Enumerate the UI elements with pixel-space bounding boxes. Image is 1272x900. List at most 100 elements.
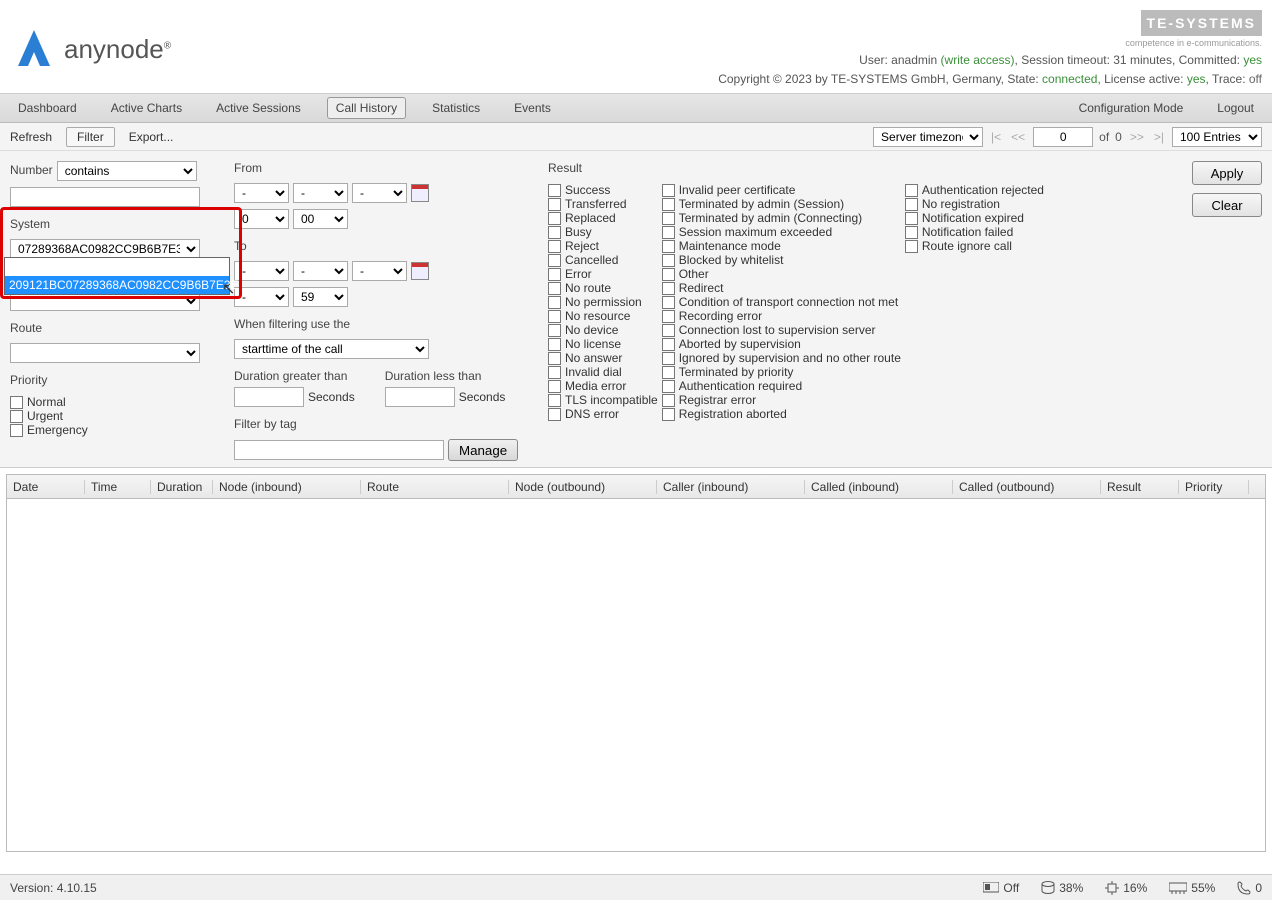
pager-last-icon[interactable]: >| — [1152, 130, 1166, 144]
checkbox[interactable] — [662, 184, 675, 197]
pager-prev-icon[interactable]: << — [1009, 130, 1027, 144]
th-date[interactable]: Date — [7, 480, 85, 494]
number-op-select[interactable]: contains — [57, 161, 197, 181]
th-node-inbound-[interactable]: Node (inbound) — [213, 480, 361, 494]
system-select[interactable]: 07289368AC0982CC9B6B7E3E — [10, 239, 200, 259]
checkbox[interactable] — [662, 394, 675, 407]
checkbox[interactable] — [548, 324, 561, 337]
checkbox[interactable] — [662, 212, 675, 225]
checkbox[interactable] — [662, 226, 675, 239]
th-caller-inbound-[interactable]: Caller (inbound) — [657, 480, 805, 494]
disk-usage: 38% — [1041, 881, 1083, 895]
system-dropdown-option[interactable]: 209121BC07289368AC0982CC9B6B7E3E — [5, 276, 229, 294]
th-called-outbound-[interactable]: Called (outbound) — [953, 480, 1101, 494]
checkbox[interactable] — [10, 396, 23, 409]
checkbox[interactable] — [548, 366, 561, 379]
checkbox[interactable] — [662, 198, 675, 211]
nav-item-dashboard[interactable]: Dashboard — [10, 97, 85, 119]
from-day[interactable]: - — [352, 183, 407, 203]
nav-item-call-history[interactable]: Call History — [327, 97, 406, 119]
th-result[interactable]: Result — [1101, 480, 1179, 494]
apply-button[interactable]: Apply — [1192, 161, 1262, 185]
checkbox[interactable] — [548, 296, 561, 309]
route-select[interactable] — [10, 343, 200, 363]
system-label: System — [10, 217, 220, 231]
nav-item-events[interactable]: Events — [506, 97, 559, 119]
checkbox[interactable] — [548, 352, 561, 365]
entries-select[interactable]: 100 Entries — [1172, 127, 1262, 147]
th-time[interactable]: Time — [85, 480, 151, 494]
checkbox[interactable] — [548, 338, 561, 351]
checkbox[interactable] — [548, 212, 561, 225]
status-off: Off — [983, 881, 1019, 895]
to-month[interactable]: - — [293, 261, 348, 281]
checkbox[interactable] — [548, 380, 561, 393]
nav-logout[interactable]: Logout — [1209, 97, 1262, 119]
checkbox[interactable] — [548, 394, 561, 407]
dur-gt-input[interactable] — [234, 387, 304, 407]
pager-next-icon[interactable]: >> — [1128, 130, 1146, 144]
checkbox[interactable] — [662, 268, 675, 281]
th-node-outbound-[interactable]: Node (outbound) — [509, 480, 657, 494]
nav-item-active-charts[interactable]: Active Charts — [103, 97, 190, 119]
checkbox[interactable] — [662, 282, 675, 295]
th-route[interactable]: Route — [361, 480, 509, 494]
checkbox[interactable] — [10, 410, 23, 423]
checkbox[interactable] — [662, 338, 675, 351]
checkbox[interactable] — [662, 380, 675, 393]
checkbox[interactable] — [548, 226, 561, 239]
checkbox[interactable] — [548, 254, 561, 267]
checkbox[interactable] — [905, 198, 918, 211]
checkbox[interactable] — [905, 184, 918, 197]
calendar-icon[interactable] — [411, 184, 429, 202]
checkbox[interactable] — [548, 408, 561, 421]
to-min[interactable]: 59 — [293, 287, 348, 307]
from-month[interactable]: - — [293, 183, 348, 203]
pager-page-input[interactable] — [1033, 127, 1093, 147]
checkbox[interactable] — [548, 198, 561, 211]
checkbox[interactable] — [662, 366, 675, 379]
clear-button[interactable]: Clear — [1192, 193, 1262, 217]
checkbox[interactable] — [662, 310, 675, 323]
tag-input[interactable] — [234, 440, 444, 460]
checkbox[interactable] — [662, 408, 675, 421]
pager-first-icon[interactable]: |< — [989, 130, 1003, 144]
dur-lt-input[interactable] — [385, 387, 455, 407]
when-select[interactable]: starttime of the call — [234, 339, 429, 359]
number-input[interactable] — [10, 187, 200, 207]
from-hour[interactable]: 0 — [234, 209, 289, 229]
checkbox[interactable] — [10, 424, 23, 437]
th-priority[interactable]: Priority — [1179, 480, 1249, 494]
checkbox[interactable] — [548, 268, 561, 281]
to-hour[interactable]: - — [234, 287, 289, 307]
th-duration[interactable]: Duration — [151, 480, 213, 494]
calendar-icon[interactable] — [411, 262, 429, 280]
checkbox[interactable] — [662, 254, 675, 267]
checkbox[interactable] — [662, 324, 675, 337]
nav-item-statistics[interactable]: Statistics — [424, 97, 488, 119]
filter-button[interactable]: Filter — [66, 127, 115, 147]
checkbox[interactable] — [662, 296, 675, 309]
from-year[interactable]: - — [234, 183, 289, 203]
export-link[interactable]: Export... — [129, 130, 174, 144]
tag-label: Filter by tag — [234, 417, 534, 431]
timezone-select[interactable]: Server timezone — [873, 127, 983, 147]
checkbox[interactable] — [905, 212, 918, 225]
checkbox[interactable] — [548, 184, 561, 197]
refresh-link[interactable]: Refresh — [10, 130, 52, 144]
checkbox[interactable] — [548, 240, 561, 253]
checkbox[interactable] — [548, 282, 561, 295]
system-dropdown-list[interactable]: 209121BC07289368AC0982CC9B6B7E3E — [4, 257, 230, 295]
th-called-inbound-[interactable]: Called (inbound) — [805, 480, 953, 494]
nav-config-mode[interactable]: Configuration Mode — [1071, 97, 1192, 119]
nav-item-active-sessions[interactable]: Active Sessions — [208, 97, 309, 119]
from-min[interactable]: 00 — [293, 209, 348, 229]
to-day[interactable]: - — [352, 261, 407, 281]
to-year[interactable]: - — [234, 261, 289, 281]
checkbox[interactable] — [548, 310, 561, 323]
checkbox[interactable] — [662, 240, 675, 253]
manage-button[interactable]: Manage — [448, 439, 518, 461]
checkbox[interactable] — [905, 226, 918, 239]
checkbox[interactable] — [662, 352, 675, 365]
checkbox[interactable] — [905, 240, 918, 253]
